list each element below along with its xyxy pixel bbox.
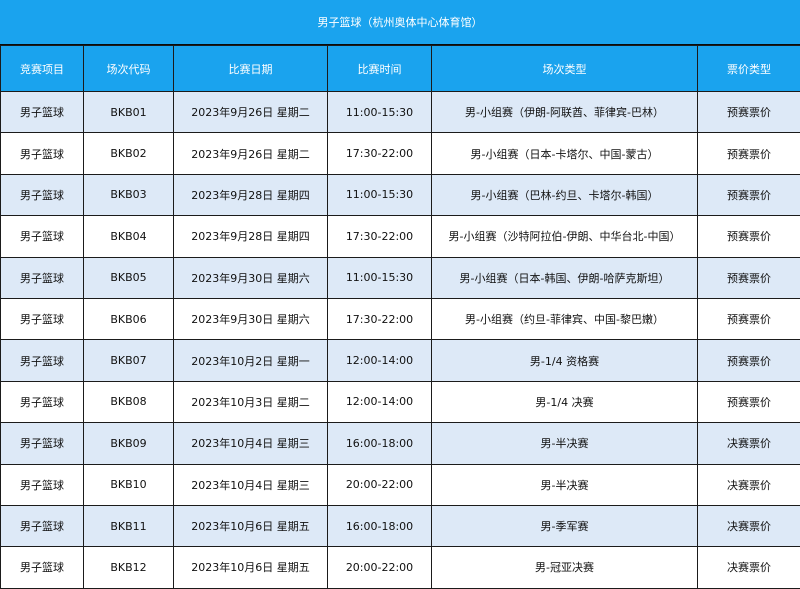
table-row: 男子篮球 BKB04 2023年9月28日 星期四 17:30-22:00 男-小组赛（… (0, 215, 800, 258)
table-row: 男子篮球 BKB05 2023年9月30日 星期六 11:00-15:30 男-小组赛（… (0, 256, 800, 299)
col-header-ticket-type: 票价类型 (697, 45, 800, 92)
cell-session-type: 男-半决赛 (431, 463, 698, 506)
cell-time: 20:00-22:00 (327, 546, 432, 589)
cell-time: 17:30-22:00 (327, 297, 432, 341)
table-row: 男子篮球 BKB06 2023年9月30日 星期六 17:30-22:00 男-小组赛（… (0, 297, 800, 341)
cell-date: 2023年9月26日 星期二 (173, 90, 328, 134)
cell-date: 2023年10月2日 星期一 (173, 339, 328, 382)
cell-time: 12:00-14:00 (327, 380, 432, 424)
cell-event: 男子篮球 (0, 339, 84, 382)
cell-session-code: BKB12 (83, 546, 174, 589)
cell-date: 2023年10月4日 星期三 (173, 422, 328, 465)
cell-session-type: 男-小组赛（日本-韩国、伊朗-哈萨克斯坦） (431, 256, 698, 299)
cell-session-code: BKB03 (83, 173, 174, 217)
cell-date: 2023年9月30日 星期六 (173, 256, 328, 299)
table-row: 男子篮球 BKB03 2023年9月28日 星期四 11:00-15:30 男-小组赛（… (0, 173, 800, 217)
col-header-time: 比赛时间 (327, 45, 432, 92)
cell-event: 男子篮球 (0, 297, 84, 341)
col-header-session-code: 场次代码 (83, 45, 174, 92)
cell-time: 11:00-15:30 (327, 173, 432, 217)
cell-session-code: BKB08 (83, 380, 174, 424)
cell-session-type: 男-小组赛（日本-卡塔尔、中国-蒙古） (431, 132, 698, 175)
table-row: 男子篮球 BKB08 2023年10月3日 星期二 12:00-14:00 男-1/4 … (0, 380, 800, 424)
table-row: 男子篮球 BKB12 2023年10月6日 星期五 20:00-22:00 男-冠亚决赛… (0, 546, 800, 589)
cell-session-code: BKB10 (83, 463, 174, 506)
cell-time: 20:00-22:00 (327, 463, 432, 506)
cell-session-code: BKB01 (83, 90, 174, 134)
cell-event: 男子篮球 (0, 504, 84, 548)
cell-time: 11:00-15:30 (327, 90, 432, 134)
cell-date: 2023年9月28日 星期四 (173, 215, 328, 258)
table-header-row: 竞赛项目 场次代码 比赛日期 比赛时间 场次类型 票价类型 (0, 45, 800, 92)
cell-session-type: 男-1/4 决赛 (431, 380, 698, 424)
ticket-schedule-sheet: 男子篮球（杭州奥体中心体育馆） 竞赛项目 场次代码 比赛日期 比赛时间 场次类型… (0, 0, 800, 589)
cell-event: 男子篮球 (0, 546, 84, 589)
table-row: 男子篮球 BKB02 2023年9月26日 星期二 17:30-22:00 男-小组赛（… (0, 132, 800, 175)
cell-event: 男子篮球 (0, 256, 84, 299)
cell-ticket-type: 决赛票价 (697, 546, 800, 589)
cell-session-type: 男-1/4 资格赛 (431, 339, 698, 382)
cell-date: 2023年10月4日 星期三 (173, 463, 328, 506)
col-header-date: 比赛日期 (173, 45, 328, 92)
cell-session-type: 男-季军赛 (431, 504, 698, 548)
cell-event: 男子篮球 (0, 173, 84, 217)
cell-event: 男子篮球 (0, 215, 84, 258)
cell-session-code: BKB02 (83, 132, 174, 175)
cell-event: 男子篮球 (0, 463, 84, 506)
cell-event: 男子篮球 (0, 422, 84, 465)
table-row: 男子篮球 BKB07 2023年10月2日 星期一 12:00-14:00 男-1/4 … (0, 339, 800, 382)
cell-session-code: BKB11 (83, 504, 174, 548)
cell-ticket-type: 预赛票价 (697, 132, 800, 175)
cell-time: 11:00-15:30 (327, 256, 432, 299)
cell-time: 12:00-14:00 (327, 339, 432, 382)
cell-ticket-type: 预赛票价 (697, 339, 800, 382)
cell-session-code: BKB05 (83, 256, 174, 299)
cell-date: 2023年9月26日 星期二 (173, 132, 328, 175)
cell-event: 男子篮球 (0, 90, 84, 134)
cell-event: 男子篮球 (0, 380, 84, 424)
cell-time: 16:00-18:00 (327, 504, 432, 548)
cell-date: 2023年10月6日 星期五 (173, 504, 328, 548)
col-header-event: 竞赛项目 (0, 45, 84, 92)
cell-session-type: 男-小组赛（约旦-菲律宾、中国-黎巴嫩） (431, 297, 698, 341)
cell-session-type: 男-半决赛 (431, 422, 698, 465)
cell-session-code: BKB09 (83, 422, 174, 465)
cell-ticket-type: 预赛票价 (697, 173, 800, 217)
cell-session-type: 男-小组赛（伊朗-阿联酋、菲律宾-巴林） (431, 90, 698, 134)
table-row: 男子篮球 BKB10 2023年10月4日 星期三 20:00-22:00 男-半决赛决… (0, 463, 800, 506)
cell-session-type: 男-冠亚决赛 (431, 546, 698, 589)
table-body: 男子篮球 BKB01 2023年9月26日 星期二 11:00-15:30 男-小组赛（… (0, 90, 800, 589)
cell-ticket-type: 决赛票价 (697, 422, 800, 465)
cell-session-code: BKB04 (83, 215, 174, 258)
cell-ticket-type: 预赛票价 (697, 297, 800, 341)
col-header-session-type: 场次类型 (431, 45, 698, 92)
cell-session-code: BKB06 (83, 297, 174, 341)
cell-time: 17:30-22:00 (327, 215, 432, 258)
cell-session-code: BKB07 (83, 339, 174, 382)
cell-ticket-type: 预赛票价 (697, 90, 800, 134)
table-row: 男子篮球 BKB11 2023年10月6日 星期五 16:00-18:00 男-季军赛决… (0, 504, 800, 548)
table-row: 男子篮球 BKB09 2023年10月4日 星期三 16:00-18:00 男-半决赛决… (0, 422, 800, 465)
cell-ticket-type: 决赛票价 (697, 463, 800, 506)
cell-time: 17:30-22:00 (327, 132, 432, 175)
sheet-title: 男子篮球（杭州奥体中心体育馆） (0, 0, 800, 45)
cell-session-type: 男-小组赛（巴林-约旦、卡塔尔-韩国） (431, 173, 698, 217)
cell-date: 2023年10月6日 星期五 (173, 546, 328, 589)
cell-session-type: 男-小组赛（沙特阿拉伯-伊朗、中华台北-中国） (431, 215, 698, 258)
cell-event: 男子篮球 (0, 132, 84, 175)
cell-ticket-type: 预赛票价 (697, 380, 800, 424)
cell-date: 2023年10月3日 星期二 (173, 380, 328, 424)
cell-date: 2023年9月28日 星期四 (173, 173, 328, 217)
schedule-table: 竞赛项目 场次代码 比赛日期 比赛时间 场次类型 票价类型 男子篮球 BKB01 2… (0, 45, 800, 589)
cell-ticket-type: 预赛票价 (697, 256, 800, 299)
cell-ticket-type: 决赛票价 (697, 504, 800, 548)
cell-time: 16:00-18:00 (327, 422, 432, 465)
table-row: 男子篮球 BKB01 2023年9月26日 星期二 11:00-15:30 男-小组赛（… (0, 90, 800, 134)
cell-ticket-type: 预赛票价 (697, 215, 800, 258)
cell-date: 2023年9月30日 星期六 (173, 297, 328, 341)
